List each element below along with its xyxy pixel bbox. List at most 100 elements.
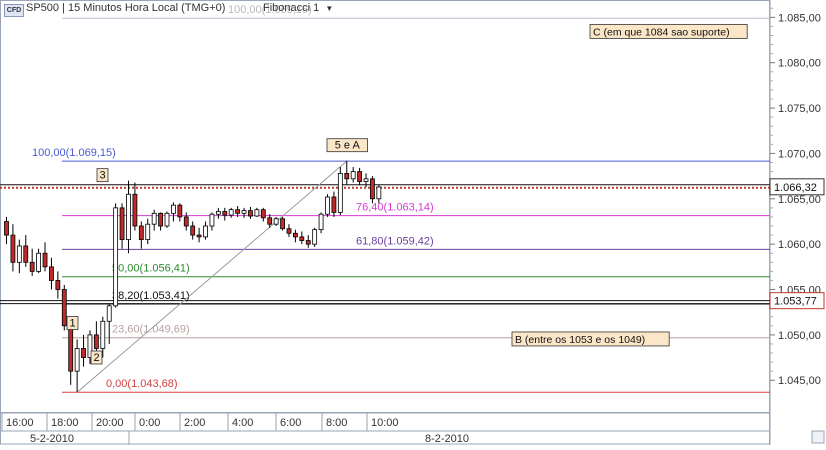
candle-body (325, 196, 330, 215)
wave-label-3: 3 (99, 170, 105, 182)
candle-body (49, 266, 54, 281)
candle-body (68, 325, 74, 372)
cfd-badge: CFD (4, 4, 24, 17)
candle-body (273, 218, 279, 225)
candle-body (100, 320, 106, 349)
time-tick-label: 10:00 (371, 417, 399, 429)
fibonacci-selector-label: Fibonacci 1 (263, 2, 320, 14)
candle-body (106, 305, 112, 322)
candle-body (113, 207, 119, 307)
candle-body (55, 280, 61, 290)
candle-body (209, 213, 215, 227)
time-tick-label: 8:00 (326, 417, 347, 429)
axis-corner-button[interactable] (811, 430, 825, 444)
candle-body (183, 216, 189, 227)
candle (312, 227, 318, 247)
candle-body (81, 348, 86, 358)
annotation-text-b: B (entre os 1053 e os 1049) (515, 334, 645, 346)
wave-label-2: 2 (93, 352, 99, 364)
candle-body (337, 172, 343, 213)
date-label-second: 8-2-2010 (425, 433, 469, 445)
candle-body (254, 209, 260, 217)
candle-body (126, 193, 131, 241)
time-tick-label: 4:00 (232, 417, 253, 429)
candle-body (138, 225, 144, 241)
candle-body (158, 212, 163, 227)
candle (325, 194, 330, 217)
candle (61, 284, 67, 331)
date-label-first: 5-2-2010 (30, 433, 74, 445)
candle (164, 211, 170, 228)
price-chart[interactable]: 100,00(1.069,15) 76,40(1.063,14) 61,80(1.0… (0, 0, 826, 445)
annotation-text-c: C (em que 1084 sao suporte) (593, 26, 730, 38)
candle-body (248, 210, 253, 217)
time-tick-label: 2:00 (184, 417, 205, 429)
price-tick-label: 1.070,00 (778, 148, 821, 160)
candle-body (10, 234, 16, 263)
fib-label-76: 76,40(1.063,14) (356, 202, 434, 214)
wave-label-5-e-A: 5 e A (335, 140, 361, 152)
candle-body (190, 225, 196, 236)
candle-body (363, 178, 369, 182)
candle-body (119, 207, 125, 241)
candle-body (318, 213, 324, 231)
candle-body (376, 186, 382, 200)
candle-body (29, 261, 35, 272)
chart-window: 100,00(1.069,15) 76,40(1.063,14) 61,80(1.0… (0, 0, 826, 445)
current-price-tag: 1.066,32 (774, 182, 817, 194)
candle-body (235, 209, 241, 214)
candle (280, 216, 285, 231)
candle-body (203, 225, 208, 238)
candle-body (42, 252, 48, 268)
chart-title[interactable]: SP500 | 15 Minutos Hora Local (TMG+0) (26, 2, 225, 14)
candle-body (177, 204, 183, 218)
price-tick-label: 1.060,00 (778, 239, 821, 251)
candle-body (164, 212, 170, 227)
candle-body (350, 171, 356, 180)
candle-body (61, 289, 67, 327)
fib-label-38: 38,20(1.053,41) (112, 290, 190, 302)
candle-body (305, 240, 311, 245)
candle-body (241, 210, 247, 214)
candle-body (151, 212, 157, 225)
candle-body (74, 348, 80, 372)
time-tick-label: 18:00 (51, 417, 79, 429)
time-tick-label: 16:00 (6, 417, 34, 429)
price-tick-label: 1.065,00 (778, 194, 821, 206)
wave-label-1: 1 (69, 318, 75, 330)
fib-label-50: 50,00(1.056,41) (112, 263, 190, 275)
price-tick-label: 1.075,00 (778, 103, 821, 115)
candle-body (171, 204, 176, 214)
fib-label-61: 61,80(1.059,42) (356, 235, 434, 247)
candle-body (312, 229, 318, 245)
price-tick-label: 1.045,00 (778, 375, 821, 387)
price-tick-label: 1.050,00 (778, 330, 821, 342)
candle-body (267, 217, 273, 225)
candle-body (299, 236, 305, 241)
candle (337, 167, 343, 216)
candle-body (280, 218, 285, 230)
fib-label-0: 0,00(1.043,68) (106, 378, 178, 390)
chevron-down-icon: ▼ (325, 4, 334, 13)
candle-body (292, 232, 298, 238)
candle-body (357, 171, 363, 182)
support-price-tag: 1.053,77 (774, 296, 817, 308)
candle-body (286, 228, 292, 234)
time-tick-label: 20:00 (96, 417, 124, 429)
time-tick-label: 0:00 (139, 417, 160, 429)
candle-body (228, 209, 234, 216)
candle-body (331, 196, 337, 213)
time-tick-label: 6:00 (280, 417, 301, 429)
candle-body (344, 172, 350, 180)
fibonacci-selector[interactable]: Fibonacci 1 ▼ (263, 2, 333, 14)
candle-body (23, 245, 29, 263)
price-tick-label: 1.085,00 (778, 12, 821, 24)
candle-body (370, 178, 375, 200)
candle-body (260, 209, 266, 219)
price-tick-label: 1.080,00 (778, 58, 821, 70)
fib-label-100: 100,00(1.069,15) (32, 147, 116, 159)
candle-body (145, 223, 151, 241)
candle-body (93, 334, 99, 349)
candle-body (16, 245, 22, 263)
candle-body (132, 193, 138, 227)
